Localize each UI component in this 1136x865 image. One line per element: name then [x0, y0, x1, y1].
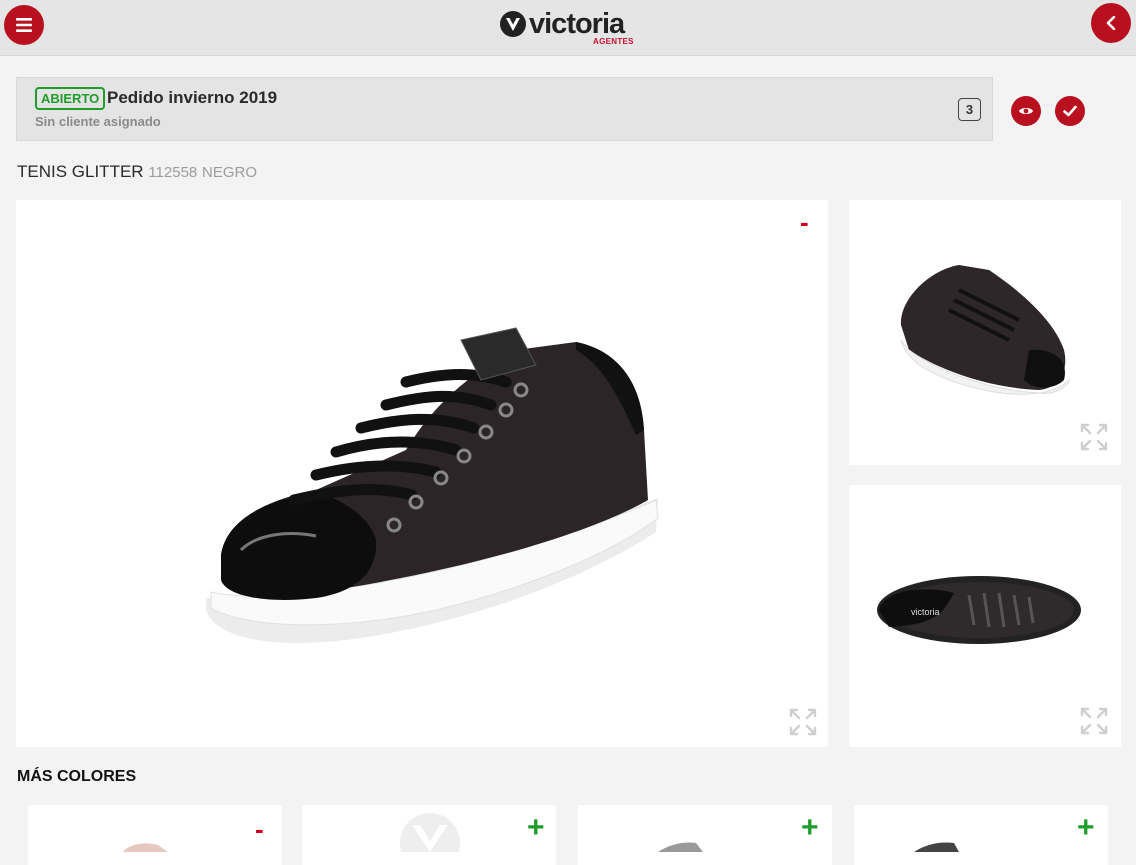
color-variant-card[interactable]: + [578, 805, 832, 865]
menu-button[interactable] [4, 5, 44, 45]
logo-wordmark: victoria [529, 8, 625, 40]
add-color-button[interactable]: + [527, 813, 545, 843]
chevron-left-icon [1106, 16, 1116, 30]
expand-arrows-icon[interactable] [1080, 707, 1108, 735]
main-product-image[interactable]: - [16, 200, 828, 747]
hamburger-menu-icon [16, 18, 32, 32]
add-color-button[interactable]: + [801, 813, 819, 843]
sneaker-image [206, 327, 659, 643]
expand-arrows-icon[interactable] [789, 708, 817, 736]
product-name: TENIS GLITTER [17, 162, 144, 181]
order-card[interactable]: ABIERTO Pedido invierno 2019 Sin cliente… [16, 77, 993, 141]
sneaker-thumbnail [658, 842, 703, 852]
order-client: Sin cliente asignado [35, 114, 161, 129]
remove-color-button[interactable]: - [255, 816, 264, 842]
eye-icon [1019, 108, 1033, 114]
sneaker-thumbnail [123, 843, 168, 852]
view-order-button[interactable] [1011, 96, 1041, 126]
order-item-count: 3 [958, 98, 981, 121]
product-code: 112558 [148, 164, 198, 181]
side-product-image-1[interactable] [849, 200, 1121, 465]
add-color-button[interactable]: + [1077, 813, 1095, 843]
victoria-v-icon [500, 11, 526, 37]
color-variant-card[interactable]: + [854, 805, 1108, 865]
more-colors-title: MÁS COLORES [17, 768, 137, 785]
sneaker-thumbnail [914, 842, 959, 852]
back-button[interactable] [1091, 3, 1131, 43]
product-title: TENIS GLITTER 112558 NEGRO [17, 162, 257, 182]
remove-image-button[interactable]: - [800, 209, 809, 235]
top-bar: victoria AGENTES [0, 0, 1136, 56]
logo-subtitle: AGENTES [593, 37, 634, 46]
check-icon [1063, 105, 1077, 117]
confirm-order-button[interactable] [1055, 96, 1085, 126]
status-badge: ABIERTO [35, 87, 106, 110]
svg-text:victoria: victoria [911, 607, 940, 617]
color-variant-card[interactable]: + [302, 805, 556, 865]
side-product-image-2[interactable]: victoria [849, 485, 1121, 747]
brand-logo: victoria AGENTES [499, 8, 639, 48]
victoria-placeholder-icon [400, 813, 460, 852]
color-variant-card[interactable]: - [28, 805, 282, 865]
product-color: NEGRO [202, 164, 258, 181]
order-title: Pedido invierno 2019 [107, 88, 278, 107]
expand-arrows-icon[interactable] [1080, 423, 1108, 451]
